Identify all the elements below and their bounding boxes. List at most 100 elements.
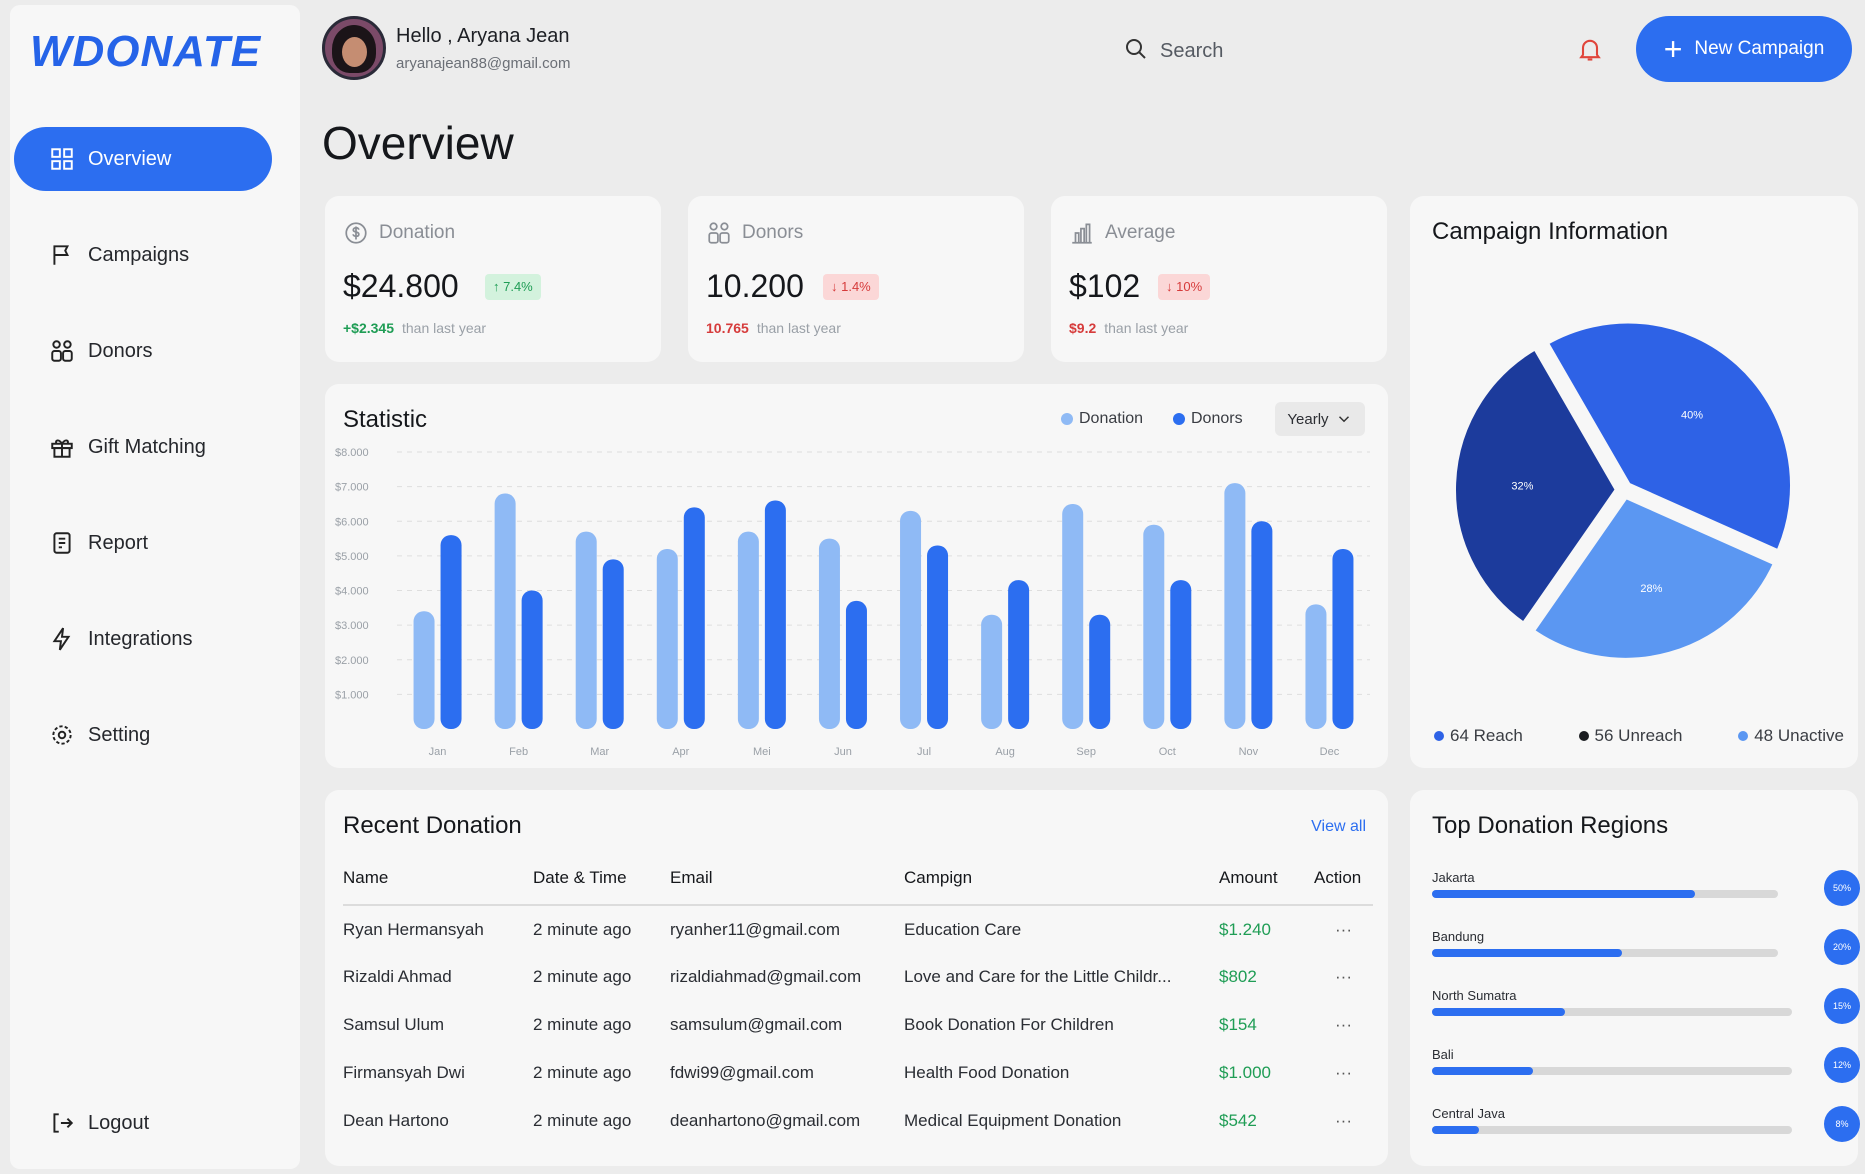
sidebar-item-label: Report xyxy=(88,531,149,554)
logout-icon xyxy=(48,1109,76,1137)
trend-badge: ↓ 10% xyxy=(1158,274,1211,300)
y-tick-label: $5.000 xyxy=(335,551,369,563)
sidebar-item-setting[interactable]: Setting xyxy=(14,703,272,767)
column-header[interactable]: Amount xyxy=(1219,856,1314,906)
region-progress-track xyxy=(1432,890,1778,898)
x-tick-label: Aug xyxy=(995,746,1015,758)
x-tick-label: Mar xyxy=(590,746,609,758)
bar-donation-aug[interactable] xyxy=(981,614,1003,729)
bar-donors-jun[interactable] xyxy=(845,600,867,729)
bar-donation-dec[interactable] xyxy=(1305,604,1327,729)
new-campaign-label: New Campaign xyxy=(1694,38,1825,59)
period-dropdown[interactable]: Yearly xyxy=(1275,402,1365,436)
bar-donors-sep[interactable] xyxy=(1089,614,1111,729)
column-header[interactable]: Action xyxy=(1314,856,1373,906)
bar-donation-feb[interactable] xyxy=(494,493,516,729)
sidebar-item-donors[interactable]: Donors xyxy=(14,319,272,383)
donation-amount: $1.240 xyxy=(1219,919,1271,939)
bar-donors-mei[interactable] xyxy=(764,500,786,729)
bar-donation-mei[interactable] xyxy=(737,531,759,729)
bar-donation-nov[interactable] xyxy=(1224,483,1246,729)
bar-donation-mar[interactable] xyxy=(575,531,597,729)
column-header[interactable]: Campign xyxy=(904,856,1219,906)
stat-delta: +$2.345 xyxy=(343,320,394,336)
bar-donors-nov[interactable] xyxy=(1251,521,1273,729)
bar-donors-mar[interactable] xyxy=(602,559,624,729)
table-row[interactable]: Samsul Ulum 2 minute ago samsulum@gmail.… xyxy=(343,1001,1373,1049)
sidebar-item-campaigns[interactable]: Campaigns xyxy=(14,223,272,287)
bar-donors-aug[interactable] xyxy=(1008,580,1030,729)
avatar[interactable] xyxy=(322,16,386,80)
region-item: Central Java 8% xyxy=(1432,1106,1860,1156)
bar-donors-jul[interactable] xyxy=(927,545,949,729)
search-bar[interactable] xyxy=(1100,19,1530,83)
table-row[interactable]: Firmansyah Dwi 2 minute ago fdwi99@gmail… xyxy=(343,1049,1373,1097)
column-header[interactable]: Date & Time xyxy=(533,856,670,906)
region-progress-fill xyxy=(1432,1008,1566,1016)
region-progress-fill xyxy=(1432,949,1623,957)
bar-donation-jun[interactable] xyxy=(818,538,840,729)
x-tick-label: Apr xyxy=(672,746,689,758)
report-icon xyxy=(48,529,76,557)
bar-donors-dec[interactable] xyxy=(1332,548,1354,729)
donors-stat-card: Donors 10.200 ↓ 1.4% 10.765 than last yea… xyxy=(688,196,1024,362)
donor-name: Ryan Hermansyah xyxy=(343,919,484,939)
stat-delta: 10.765 xyxy=(706,320,749,336)
sidebar-item-report[interactable]: Report xyxy=(14,511,272,575)
bar-donors-oct[interactable] xyxy=(1170,580,1192,729)
legend-item-donation: Donation xyxy=(1061,410,1143,428)
bar-donation-apr[interactable] xyxy=(656,548,678,729)
bar-donors-feb[interactable] xyxy=(521,590,543,730)
bar-donors-jan[interactable] xyxy=(440,535,462,729)
bar-donation-jan[interactable] xyxy=(413,611,435,729)
bar-donation-oct[interactable] xyxy=(1143,524,1165,729)
sidebar-item-label: Gift Matching xyxy=(88,435,206,458)
sidebar-item-label: Campaigns xyxy=(88,243,190,266)
sidebar-item-label: Setting xyxy=(88,723,151,746)
stat-value: $102 xyxy=(1069,268,1141,304)
bar-donors-apr[interactable] xyxy=(683,507,705,729)
table-row[interactable]: Dean Hartono 2 minute ago deanhartono@gm… xyxy=(343,1097,1373,1145)
campaign-name: Health Food Donation xyxy=(904,1063,1070,1082)
donor-email: ryanher11@gmail.com xyxy=(670,919,841,939)
donation-stat-card: Donation $24.800 ↑ 7.4% +$2.345 than last… xyxy=(325,196,661,362)
row-action-button[interactable]: ··· xyxy=(1314,953,1373,1001)
x-tick-label: Nov xyxy=(1239,746,1259,758)
average-stat-card: Average $102 ↓ 10% $9.2 than last year xyxy=(1051,196,1387,362)
bar-donation-jul[interactable] xyxy=(900,510,922,729)
campaign-pie-chart: 40% 28% 32% xyxy=(1450,317,1796,664)
column-header[interactable]: Email xyxy=(670,856,904,906)
new-campaign-button[interactable]: + New Campaign xyxy=(1636,16,1852,82)
sidebar-item-gift-matching[interactable]: Gift Matching xyxy=(14,415,272,479)
sidebar-item-overview[interactable]: Overview xyxy=(14,127,272,191)
view-all-link[interactable]: View all xyxy=(1311,818,1366,836)
pie-legend: 64 Reach 56 Unreach 48 Unactive xyxy=(1434,726,1844,746)
donation-time: 2 minute ago xyxy=(533,1111,632,1130)
row-action-button[interactable]: ··· xyxy=(1314,1097,1373,1145)
sidebar-item-integrations[interactable]: Integrations xyxy=(14,607,272,671)
y-tick-label: $7.000 xyxy=(335,482,369,494)
table-row[interactable]: Rizaldi Ahmad 2 minute ago rizaldiahmad@… xyxy=(343,953,1373,1001)
gift-icon xyxy=(48,433,76,461)
region-percent-badge: 20% xyxy=(1824,929,1860,965)
x-tick-label: Sep xyxy=(1076,746,1096,758)
table-row[interactable]: Ryan Hermansyah 2 minute ago ryanher11@g… xyxy=(343,905,1373,953)
period-label: Yearly xyxy=(1287,410,1329,428)
bar-donation-sep[interactable] xyxy=(1062,503,1084,729)
region-progress-fill xyxy=(1432,1067,1533,1075)
logout-button[interactable]: Logout xyxy=(14,1091,272,1155)
search-input[interactable] xyxy=(1160,39,1460,63)
trend-badge: ↑ 7.4% xyxy=(485,274,541,300)
stat-note: than last year xyxy=(1104,320,1189,336)
bell-icon[interactable] xyxy=(1568,27,1612,71)
campaign-name: Medical Equipment Donation xyxy=(904,1111,1122,1130)
stat-value: 10.200 xyxy=(706,268,804,304)
statistic-card: Statistic Donation Donors Yearly $8.000 $… xyxy=(325,384,1388,768)
row-action-button[interactable]: ··· xyxy=(1314,905,1373,953)
legend-item-unreach: 56 Unreach xyxy=(1578,726,1682,746)
row-action-button[interactable]: ··· xyxy=(1314,1001,1373,1049)
region-percent-badge: 12% xyxy=(1824,1047,1860,1083)
row-action-button[interactable]: ··· xyxy=(1314,1049,1373,1097)
user-email: aryanajean88@gmail.com xyxy=(396,55,571,72)
column-header[interactable]: Name xyxy=(343,856,533,906)
